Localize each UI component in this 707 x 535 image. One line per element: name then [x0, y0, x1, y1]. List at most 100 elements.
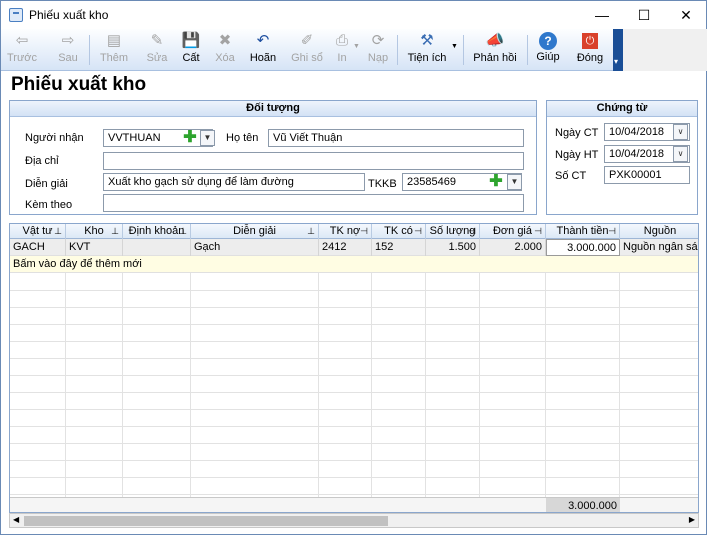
cell[interactable]: KVT: [66, 239, 123, 256]
minimize-button[interactable]: —: [585, 1, 619, 29]
utilities-button[interactable]: ⚒ Tiện ích: [405, 31, 449, 69]
add-doc-icon: ▤: [106, 32, 122, 49]
pin-icon[interactable]: ⊣: [414, 224, 422, 239]
col-header[interactable]: TK nợ ⊣: [319, 224, 372, 239]
col-header[interactable]: Vật tư ⊥: [10, 224, 66, 239]
pin-icon[interactable]: ⊣: [608, 224, 616, 239]
table-row[interactable]: GACH KVT Gạch 2412 152 1.500 2.000 3.000…: [10, 239, 698, 256]
delete-button[interactable]: ✖ Xóa: [211, 31, 239, 69]
feedback-button[interactable]: 📣 Phản hồi: [471, 31, 519, 69]
cell[interactable]: Gạch: [191, 239, 319, 256]
pin-icon[interactable]: ⊥: [307, 224, 315, 239]
add-icon[interactable]: ✚: [489, 174, 503, 190]
scroll-right-icon[interactable]: ▶: [689, 515, 695, 524]
pin-icon[interactable]: ⊣: [468, 224, 476, 239]
add-new-row[interactable]: Bấm vào đây để thêm mới: [10, 256, 698, 273]
col-header[interactable]: TK có ⊣: [372, 224, 426, 239]
panel-title: Chứng từ: [547, 101, 697, 117]
chung-tu-panel: Chứng từ Ngày CT 10/04/2018 ∨ Ngày HT 10…: [546, 100, 698, 215]
cell[interactable]: 152: [372, 239, 426, 256]
add-button[interactable]: ▤ Thêm: [97, 31, 131, 69]
ngay-ct-label: Ngày CT: [555, 127, 599, 139]
save-icon: 💾: [181, 32, 201, 49]
arrow-right-icon: ⇨: [61, 32, 75, 49]
cell[interactable]: [123, 239, 191, 256]
panel-title: Đối tượng: [10, 101, 536, 117]
pin-icon[interactable]: ⊥: [179, 224, 187, 239]
print-icon: ⎙: [335, 32, 348, 49]
document-icon: [9, 8, 23, 22]
close-form-button[interactable]: ⏻ Đóng: [573, 31, 607, 69]
print-button[interactable]: ⎙ In: [331, 31, 353, 69]
nguoi-nhan-dropdown[interactable]: ▼: [200, 130, 215, 146]
next-button[interactable]: ⇨ Sau: [51, 31, 85, 69]
separator: [89, 35, 90, 65]
col-header[interactable]: Số lượng ⊣: [426, 224, 480, 239]
ngay-ct-dropdown[interactable]: ∨: [673, 124, 688, 140]
pen-icon: ✐: [300, 32, 314, 49]
separator: [527, 35, 528, 65]
reload-icon: ⟳: [371, 32, 385, 49]
cell[interactable]: GACH: [10, 239, 66, 256]
ho-ten-input[interactable]: Vũ Viết Thuận: [268, 129, 524, 147]
toolbar-empty-area: [623, 29, 707, 71]
cell-editing[interactable]: 3.000.000: [546, 239, 620, 256]
nguoi-nhan-label: Người nhận: [25, 132, 84, 144]
toolbar-overflow-button[interactable]: ▾: [613, 29, 623, 71]
ho-ten-label: Họ tên: [226, 132, 259, 144]
horizontal-scrollbar[interactable]: ◀ ▶: [9, 513, 699, 528]
col-header[interactable]: Kho ⊥: [66, 224, 123, 239]
close-button[interactable]: ✕: [669, 1, 703, 29]
cell[interactable]: 2412: [319, 239, 372, 256]
help-button[interactable]: ? Giúp: [533, 31, 563, 69]
tkkb-input[interactable]: 23585469: [402, 173, 522, 191]
pin-icon[interactable]: ⊣: [360, 224, 368, 239]
dia-chi-input[interactable]: [103, 152, 524, 170]
dien-giai-input[interactable]: Xuất kho gạch sử dụng để làm đường: [103, 173, 365, 191]
col-header[interactable]: Thành tiền ⊣: [546, 224, 620, 239]
grid-header: Vật tư ⊥ Kho ⊥ Định khoản ⊥ Diễn giải ⊥ TK n…: [10, 224, 698, 239]
empty-grid-lines: [10, 273, 698, 497]
add-icon[interactable]: ✚: [183, 130, 197, 146]
so-ct-input[interactable]: PXK00001: [604, 166, 690, 184]
scroll-left-icon[interactable]: ◀: [13, 515, 19, 524]
edit-button[interactable]: ✎ Sửa: [143, 31, 171, 69]
prev-button[interactable]: ⇦ Trước: [7, 31, 37, 69]
col-header[interactable]: Định khoản ⊥: [123, 224, 191, 239]
cell[interactable]: Nguồn ngân sác...: [620, 239, 698, 256]
ngay-ht-label: Ngày HT: [555, 149, 599, 161]
megaphone-icon: 📣: [485, 32, 505, 49]
window-title: Phiếu xuất kho: [29, 8, 109, 22]
scroll-thumb[interactable]: [24, 516, 388, 526]
print-dropdown-icon[interactable]: ▼: [353, 43, 360, 50]
cell[interactable]: 2.000: [480, 239, 546, 256]
kem-theo-input[interactable]: [103, 194, 524, 212]
save-button[interactable]: 💾 Cất: [177, 31, 205, 69]
maximize-button[interactable]: ☐: [627, 1, 661, 29]
total-amount: 3.000.000: [546, 498, 620, 512]
utilities-dropdown-icon[interactable]: ▼: [451, 43, 458, 50]
kem-theo-label: Kèm theo: [25, 199, 73, 211]
pin-icon[interactable]: ⊣: [534, 224, 542, 239]
reload-button[interactable]: ⟳ Nạp: [365, 31, 391, 69]
ngay-ht-dropdown[interactable]: ∨: [673, 146, 688, 162]
col-header[interactable]: Nguồn: [620, 224, 698, 239]
undo-button[interactable]: ↶ Hoãn: [247, 31, 279, 69]
pin-icon[interactable]: ⊥: [54, 224, 62, 239]
separator: [463, 35, 464, 65]
detail-grid: Vật tư ⊥ Kho ⊥ Định khoản ⊥ Diễn giải ⊥ TK n…: [9, 223, 699, 513]
cell[interactable]: 1.500: [426, 239, 480, 256]
total-row: 3.000.000: [10, 497, 698, 512]
so-ct-label: Số CT: [555, 170, 587, 182]
overflow-icon: ▾: [614, 57, 619, 66]
col-header[interactable]: Đơn giá ⊣: [480, 224, 546, 239]
post-button[interactable]: ✐ Ghi sổ: [289, 31, 325, 69]
pin-icon[interactable]: ⊥: [111, 224, 119, 239]
col-header[interactable]: Diễn giải ⊥: [191, 224, 319, 239]
add-new-text[interactable]: Bấm vào đây để thêm mới: [10, 256, 310, 273]
undo-icon: ↶: [256, 32, 270, 49]
help-icon: ?: [539, 32, 557, 50]
tkkb-label: TKKB: [368, 178, 397, 190]
delete-icon: ✖: [218, 32, 232, 49]
tkkb-dropdown[interactable]: ▼: [507, 174, 522, 190]
